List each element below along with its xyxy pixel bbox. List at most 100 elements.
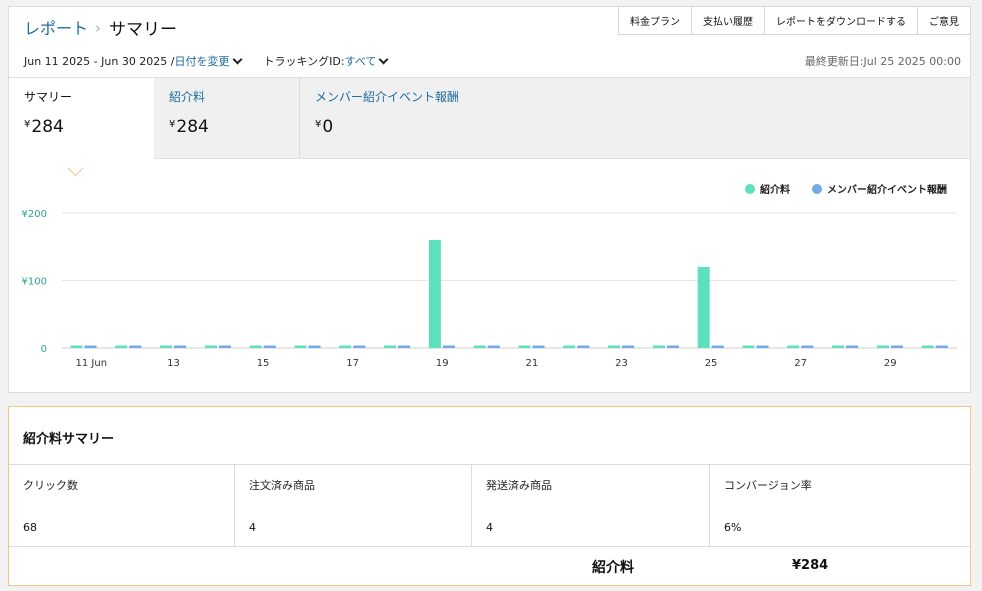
member-reward-bar (84, 345, 97, 348)
referral-fee-bar (876, 345, 889, 348)
y-tick-label: 0 (41, 344, 47, 355)
member-reward-bar (577, 345, 590, 348)
member-reward-bar (846, 345, 859, 348)
currency-symbol: ¥ (169, 119, 176, 130)
stat-value: 68 (23, 521, 37, 534)
top-links: 料金プラン 支払い履歴 レポートをダウンロードする ご意見 (618, 6, 971, 35)
x-tick-label: 11 Jun (76, 358, 108, 369)
member-reward-bar (487, 345, 500, 348)
referral-fee-bar (697, 267, 710, 348)
tab-member-referral-reward[interactable]: メンバー紹介イベント報酬 ¥0 (300, 78, 970, 159)
stat-clicks: クリック数 68 (9, 465, 235, 546)
breadcrumb-reports-link[interactable]: レポート (24, 15, 88, 39)
referral-fee-bar (204, 345, 217, 348)
metric-value: ¥0 (315, 117, 970, 137)
member-reward-bar (353, 345, 366, 348)
total-row: 紹介料 ¥284 (9, 547, 970, 585)
metric-amount: 284 (31, 117, 64, 137)
member-reward-bar (129, 345, 142, 348)
member-reward-bar (308, 345, 321, 348)
payment-history-link[interactable]: 支払い履歴 (692, 6, 765, 35)
pricing-plan-link[interactable]: 料金プラン (618, 6, 692, 35)
referral-fee-bar (428, 240, 441, 348)
referral-fee-bar (787, 345, 800, 348)
member-reward-bar (532, 345, 545, 348)
member-reward-bar (756, 345, 769, 348)
member-reward-bar (218, 345, 231, 348)
x-tick-label: 29 (884, 358, 897, 369)
stat-value: 4 (249, 521, 256, 534)
referral-fee-bar (608, 345, 621, 348)
metric-label: メンバー紹介イベント報酬 (315, 90, 460, 104)
metric-label: サマリー (24, 90, 73, 104)
filter-bar: Jun 11 2025 - Jun 30 2025 / 日付を変更 トラッキング… (24, 53, 392, 69)
legend-label: 紹介料 (760, 183, 790, 196)
feedback-link[interactable]: ご意見 (918, 6, 971, 35)
stat-conversion-rate: コンバージョン率 6% (710, 465, 970, 546)
section-title: 紹介料サマリー (23, 432, 115, 447)
referral-stats-row: クリック数 68 注文済み商品 4 発送済み商品 4 コンバージョン率 6% (9, 464, 970, 547)
stat-value: 4 (486, 521, 493, 534)
tracking-id-dropdown[interactable]: すべて (345, 53, 377, 69)
member-reward-bar (442, 345, 455, 348)
member-reward-bar (890, 345, 903, 348)
referral-fee-bar (742, 345, 755, 348)
legend-dot-referral (745, 184, 755, 194)
total-value: ¥284 (792, 558, 829, 573)
member-reward-bar (174, 345, 187, 348)
x-tick-label: 27 (794, 358, 807, 369)
referral-fee-bar (160, 345, 173, 348)
referral-fee-bar (249, 345, 262, 348)
stat-label: クリック数 (23, 479, 78, 492)
stat-shipped-items: 発送済み商品 4 (472, 465, 710, 546)
referral-fee-bar (473, 345, 486, 348)
y-tick-label: ¥200 (22, 209, 47, 220)
chevron-right-icon: › (95, 19, 102, 37)
metric-amount: 284 (176, 117, 209, 137)
tracking-id-label: トラッキングID: (263, 55, 345, 68)
x-tick-label: 13 (167, 358, 180, 369)
member-reward-bar (666, 345, 679, 348)
currency-symbol: ¥ (24, 119, 31, 130)
tab-summary[interactable]: サマリー ¥284 (9, 78, 154, 165)
referral-fee-bar (832, 345, 845, 348)
currency-symbol: ¥ (315, 119, 322, 130)
earnings-bar-chart: 0 ¥100 ¥200 11 Jun 13 15 17 19 21 23 25 27 29 紹介料 メンバー… (22, 183, 957, 369)
member-reward-bar (801, 345, 814, 348)
stat-ordered-items: 注文済み商品 4 (235, 465, 472, 546)
member-reward-bar (622, 345, 635, 348)
metric-tabs: サマリー ¥284 紹介料 ¥284 メンバー紹介イベント報酬 ¥0 (9, 77, 970, 165)
date-change-dropdown[interactable]: 日付を変更 (175, 53, 230, 69)
total-label: 紹介料 (592, 560, 634, 576)
tab-referral-fee[interactable]: 紹介料 ¥284 (154, 78, 300, 159)
date-range-text: Jun 11 2025 - Jun 30 2025 / (24, 54, 175, 68)
x-tick-label: 21 (526, 358, 539, 369)
referral-fee-bar (115, 345, 128, 348)
referral-fee-bar (70, 345, 83, 348)
metric-value: ¥284 (169, 117, 299, 137)
metric-value: ¥284 (24, 117, 154, 137)
stat-label: コンバージョン率 (724, 479, 812, 492)
x-tick-label: 19 (436, 358, 449, 369)
legend-label: メンバー紹介イベント報酬 (827, 183, 947, 196)
stat-label: 発送済み商品 (486, 479, 552, 492)
referral-fee-bar (294, 345, 307, 348)
x-tick-label: 23 (615, 358, 628, 369)
download-report-link[interactable]: レポートをダウンロードする (765, 6, 918, 35)
chevron-down-icon[interactable] (232, 54, 242, 64)
referral-fee-bar (339, 345, 352, 348)
breadcrumb: レポート › サマリー (24, 15, 178, 40)
referral-fee-bar (563, 345, 576, 348)
chevron-down-icon[interactable] (378, 54, 389, 64)
legend-dot-member (812, 184, 822, 194)
x-tick-label: 17 (346, 358, 359, 369)
y-tick-label: ¥100 (22, 277, 47, 288)
referral-fee-bar (384, 345, 397, 348)
page-title: サマリー (109, 19, 178, 40)
referral-summary-card: 紹介料サマリー クリック数 68 注文済み商品 4 発送済み商品 4 コンバージ… (8, 406, 971, 586)
referral-fee-bar (518, 345, 531, 348)
metric-amount: 0 (322, 117, 334, 137)
last-updated-text: 最終更新日:Jul 25 2025 00:00 (804, 55, 961, 68)
referral-fee-bar (921, 345, 934, 348)
metric-label: 紹介料 (169, 90, 206, 104)
